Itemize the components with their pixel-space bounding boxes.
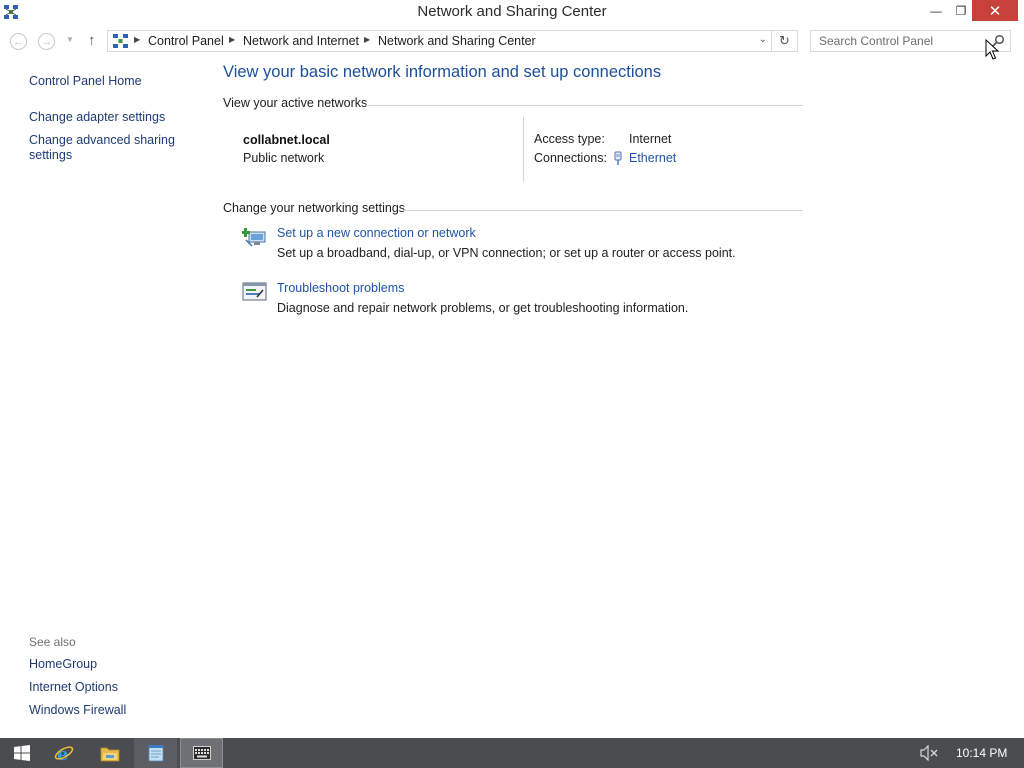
troubleshoot-icon <box>242 282 267 301</box>
refresh-icon: ↻ <box>779 33 790 48</box>
back-arrow-icon: ← <box>13 35 24 48</box>
start-button[interactable] <box>0 738 43 768</box>
homegroup-link[interactable]: HomeGroup <box>29 657 97 672</box>
breadcrumb-control-panel[interactable]: Control Panel <box>148 34 224 48</box>
close-button[interactable]: ✕ <box>972 0 1018 21</box>
breadcrumb-network-and-sharing-center[interactable]: Network and Sharing Center <box>378 34 536 48</box>
see-also-heading: See also <box>29 635 76 649</box>
file-explorer-icon <box>100 747 119 762</box>
active-networks-heading: View your active networks <box>223 96 368 110</box>
network-category-link[interactable]: Public network <box>243 151 324 165</box>
new-connection-icon <box>242 228 266 247</box>
forward-button[interactable]: → <box>38 33 55 50</box>
keyboard-icon <box>192 746 211 760</box>
networking-settings-heading: Change your networking settings <box>223 201 406 215</box>
forward-arrow-icon: → <box>41 35 52 48</box>
on-screen-keyboard-taskbar-button[interactable] <box>180 738 223 768</box>
breadcrumb-separator-icon[interactable]: ▶ <box>134 35 140 44</box>
breadcrumb-network-and-internet[interactable]: Network and Internet <box>243 34 359 48</box>
change-adapter-settings-link[interactable]: Change adapter settings <box>29 110 165 125</box>
up-button[interactable]: ↑ <box>88 32 96 49</box>
navigation-bar: ← → ▼ ↑ ▶ Control Panel ▶ Network and In… <box>0 27 1024 55</box>
setup-new-connection-link[interactable]: Set up a new connection or network <box>277 226 476 240</box>
refresh-button[interactable]: ↻ <box>772 30 798 52</box>
breadcrumb-separator-icon[interactable]: ▶ <box>364 35 370 44</box>
access-type-value: Internet <box>629 132 672 146</box>
internet-explorer-taskbar-button[interactable]: e <box>42 738 85 768</box>
internet-options-link[interactable]: Internet Options <box>29 680 118 695</box>
search-box[interactable] <box>810 30 1011 52</box>
ethernet-connection-link[interactable]: Ethernet <box>629 151 676 165</box>
file-explorer-taskbar-button[interactable] <box>88 738 131 768</box>
troubleshoot-problems-link[interactable]: Troubleshoot problems <box>277 281 404 295</box>
speaker-muted-icon[interactable] <box>920 745 938 761</box>
window-title: Network and Sharing Center <box>417 3 607 20</box>
control-panel-home-link[interactable]: Control Panel Home <box>29 74 142 89</box>
windows-logo-icon <box>13 745 30 761</box>
page-title: View your basic network information and … <box>223 63 662 81</box>
setup-new-connection-description: Set up a broadband, dial-up, or VPN conn… <box>277 246 736 260</box>
connections-label: Connections: <box>534 151 607 165</box>
mouse-cursor-icon <box>985 39 999 60</box>
network-name: collabnet.local <box>243 133 330 147</box>
notepad-taskbar-button[interactable] <box>134 738 177 768</box>
taskbar-clock[interactable]: 10:14 PM <box>956 746 1007 760</box>
search-input[interactable] <box>811 31 989 51</box>
taskbar: e 10:14 PM <box>0 738 1024 768</box>
windows-firewall-link[interactable]: Windows Firewall <box>29 703 126 718</box>
section-divider <box>366 105 803 106</box>
address-dropdown-chevron-icon[interactable]: ⌄ <box>759 34 767 45</box>
internet-explorer-icon: e <box>54 744 73 763</box>
control-panel-icon <box>113 34 128 48</box>
title-bar: Network and Sharing Center — ❐ ✕ <box>0 0 1024 25</box>
breadcrumb-separator-icon[interactable]: ▶ <box>229 35 235 44</box>
address-bar[interactable]: ▶ Control Panel ▶ Network and Internet ▶… <box>107 30 772 52</box>
troubleshoot-problems-description: Diagnose and repair network problems, or… <box>277 301 689 315</box>
change-advanced-sharing-settings-link[interactable]: Change advanced sharing settings <box>29 133 179 163</box>
recent-locations-chevron-icon[interactable]: ▼ <box>66 35 74 44</box>
vertical-divider <box>523 117 524 182</box>
section-divider <box>403 210 803 211</box>
ethernet-icon <box>614 151 622 165</box>
access-type-label: Access type: <box>534 132 605 146</box>
notepad-icon <box>148 745 163 762</box>
back-button[interactable]: ← <box>10 33 27 50</box>
